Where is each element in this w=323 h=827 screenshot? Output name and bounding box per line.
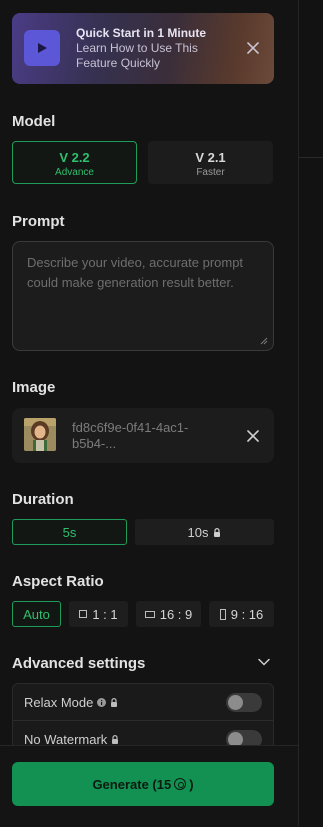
relax-mode-toggle[interactable] bbox=[226, 693, 262, 712]
aspect-label: 16 : 9 bbox=[159, 606, 193, 622]
credit-coin-icon bbox=[174, 778, 187, 790]
prompt-input[interactable] bbox=[13, 242, 273, 350]
aspect-ratio-heading: Aspect Ratio bbox=[12, 573, 104, 590]
resize-handle-icon[interactable] bbox=[260, 337, 268, 345]
model-name: V 2.2 bbox=[59, 150, 90, 165]
generate-label-suffix: ) bbox=[189, 776, 194, 792]
model-name: V 2.1 bbox=[195, 150, 226, 165]
model-desc: Faster bbox=[196, 167, 225, 178]
duration-option-10s[interactable]: 10s bbox=[135, 519, 274, 545]
aspect-option-9-16[interactable]: 9 : 16 bbox=[209, 601, 274, 627]
aspect-option-1-1[interactable]: 1 : 1 bbox=[69, 601, 128, 627]
banner-title: Quick Start in 1 Minute bbox=[76, 26, 207, 40]
prompt-box bbox=[12, 241, 274, 351]
duration-option-5s[interactable]: 5s bbox=[12, 519, 127, 545]
model-option-v2-1[interactable]: V 2.1 Faster bbox=[148, 141, 273, 184]
lock-icon bbox=[214, 527, 221, 537]
aspect-option-16-9[interactable]: 16 : 9 bbox=[136, 601, 201, 627]
generate-label: Generate (15 bbox=[92, 776, 172, 792]
duration-heading: Duration bbox=[12, 491, 74, 508]
aspect-option-auto[interactable]: Auto bbox=[12, 601, 61, 627]
generation-panel: Quick Start in 1 Minute Learn How to Use… bbox=[0, 0, 298, 827]
duration-label: 5s bbox=[62, 524, 77, 540]
landscape-icon bbox=[144, 610, 155, 618]
aspect-label: 9 : 16 bbox=[230, 606, 264, 622]
close-icon[interactable] bbox=[246, 41, 260, 55]
info-icon[interactable] bbox=[97, 697, 107, 707]
model-desc: Advance bbox=[55, 167, 94, 178]
chevron-down-icon[interactable] bbox=[258, 658, 270, 666]
portrait-icon bbox=[219, 608, 226, 620]
lock-icon bbox=[112, 734, 119, 744]
remove-image-icon[interactable] bbox=[246, 429, 260, 443]
image-heading: Image bbox=[12, 379, 56, 396]
relax-mode-row: Relax Mode bbox=[13, 684, 273, 720]
divider bbox=[299, 157, 323, 158]
image-filename: fd8c6f9e-0f41-4ac1-b5b4-... bbox=[72, 420, 189, 451]
play-icon[interactable] bbox=[24, 30, 60, 66]
lock-icon bbox=[111, 697, 118, 707]
uploaded-image-card[interactable]: fd8c6f9e-0f41-4ac1-b5b4-... bbox=[12, 408, 274, 463]
quick-start-banner[interactable]: Quick Start in 1 Minute Learn How to Use… bbox=[12, 13, 274, 84]
model-heading: Model bbox=[12, 113, 56, 130]
aspect-label: 1 : 1 bbox=[92, 606, 118, 622]
banner-subtitle: Learn How to Use This Feature Quickly bbox=[76, 41, 198, 70]
image-thumbnail bbox=[24, 418, 56, 451]
relax-mode-label: Relax Mode bbox=[24, 694, 94, 710]
generate-button[interactable]: Generate (15 ) bbox=[12, 762, 274, 806]
model-option-v2-2[interactable]: V 2.2 Advance bbox=[12, 141, 137, 184]
canvas-area-edge bbox=[298, 0, 323, 826]
advanced-settings-heading[interactable]: Advanced settings bbox=[12, 655, 145, 672]
duration-label: 10s bbox=[187, 524, 209, 540]
aspect-label: Auto bbox=[23, 606, 50, 622]
prompt-heading: Prompt bbox=[12, 213, 65, 230]
square-icon bbox=[79, 610, 88, 618]
